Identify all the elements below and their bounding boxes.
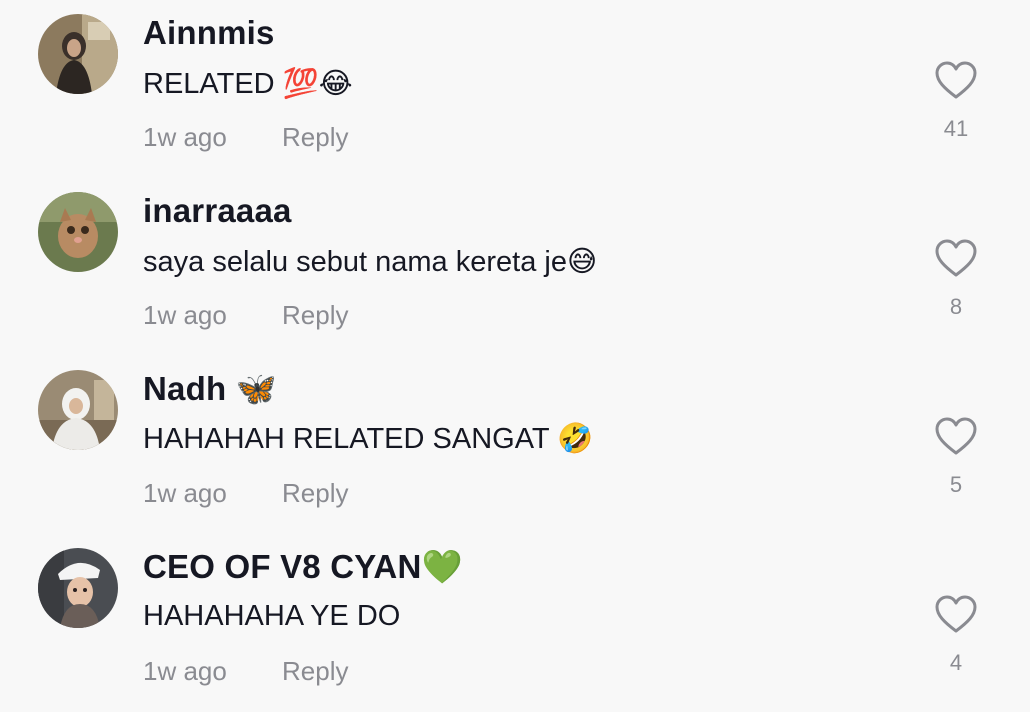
like-count: 8: [949, 294, 963, 319]
comment-text: saya selalu sebut nama kereta je😅: [143, 246, 598, 278]
username[interactable]: Ainnmis: [143, 14, 275, 52]
reply-button[interactable]: Reply: [282, 656, 348, 687]
username[interactable]: inarraaaa: [143, 192, 292, 230]
comment-text: RELATED 💯😂: [143, 68, 353, 100]
reply-button[interactable]: Reply: [282, 478, 348, 509]
comment-item: inarraaaa saya selalu sebut nama kereta …: [0, 178, 1030, 356]
reply-button[interactable]: Reply: [282, 122, 348, 153]
timestamp: 1w ago: [143, 122, 227, 152]
like-count: 4: [949, 650, 963, 675]
comment-item: CEO OF V8 CYAN💚 HAHAHAHA YE DO 1w ago Re…: [0, 534, 1030, 712]
username[interactable]: Nadh 🦋: [143, 370, 277, 409]
heart-icon[interactable]: [934, 594, 978, 634]
username[interactable]: CEO OF V8 CYAN💚: [143, 548, 463, 587]
avatar[interactable]: [38, 14, 118, 94]
avatar[interactable]: [38, 548, 118, 628]
heart-icon[interactable]: [934, 416, 978, 456]
heart-icon[interactable]: [934, 60, 978, 100]
avatar[interactable]: [38, 370, 118, 450]
like-count: 5: [949, 472, 963, 497]
comment-item: Nadh 🦋 HAHAHAH RELATED SANGAT 🤣 1w ago R…: [0, 356, 1030, 534]
timestamp: 1w ago: [143, 300, 227, 330]
comment-item: Ainnmis RELATED 💯😂 1w ago Reply 41: [0, 0, 1030, 178]
timestamp: 1w ago: [143, 656, 227, 686]
like-count: 41: [943, 116, 969, 141]
heart-icon[interactable]: [934, 238, 978, 278]
comment-text: HAHAHAH RELATED SANGAT 🤣: [143, 423, 594, 455]
timestamp: 1w ago: [143, 478, 227, 508]
avatar[interactable]: [38, 192, 118, 272]
comment-text: HAHAHAHA YE DO: [143, 600, 401, 632]
reply-button[interactable]: Reply: [282, 300, 348, 331]
